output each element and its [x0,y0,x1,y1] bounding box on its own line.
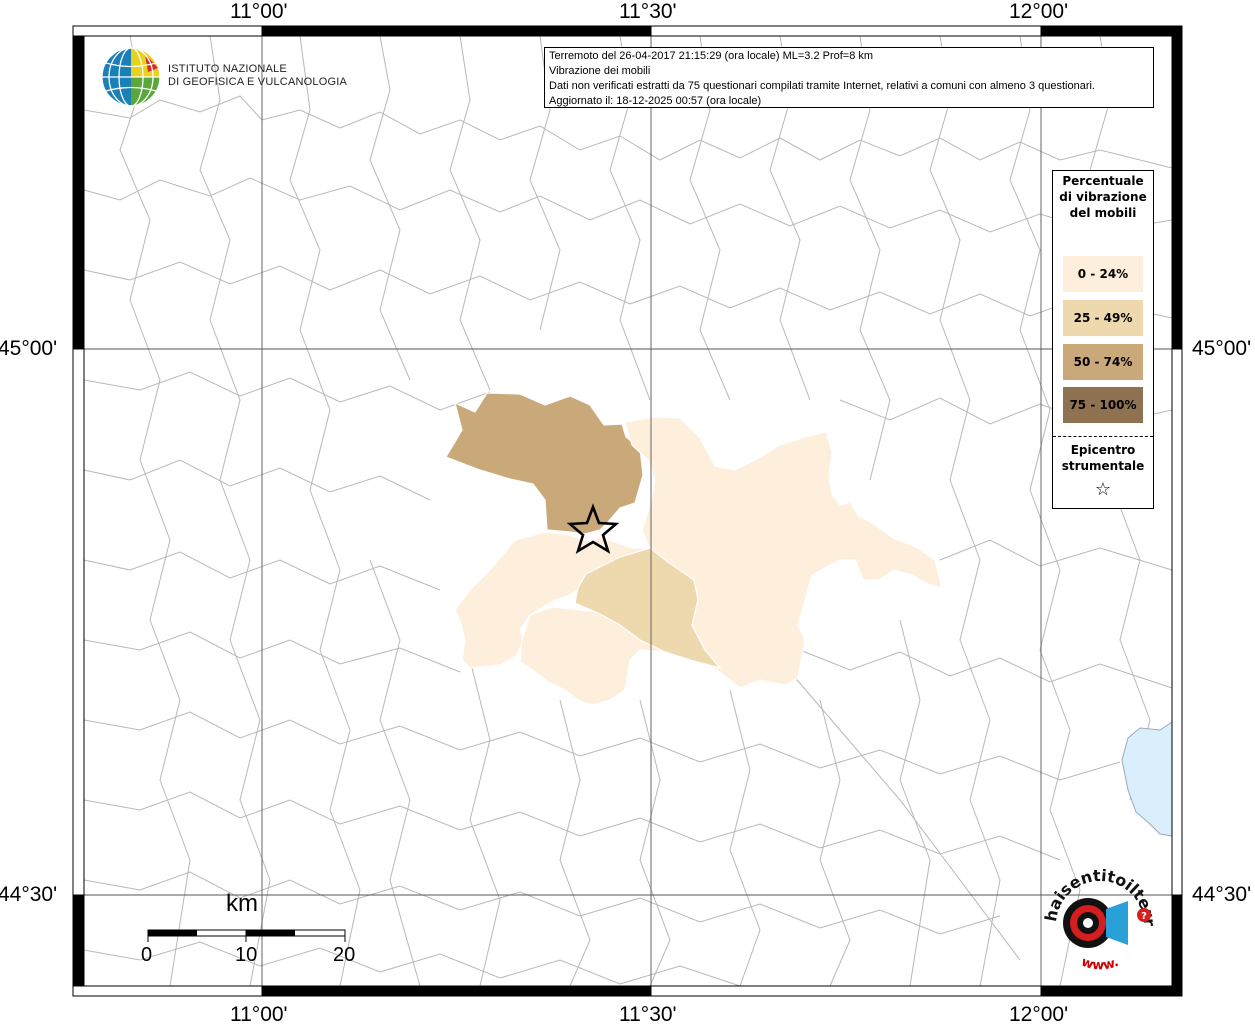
badge-url-text: www. [1079,955,1121,974]
lon-label-top-1: 11°00' [230,0,288,23]
scale-tick-10: 10 [235,944,258,966]
ingv-logo-text: ISTITUTO NAZIONALE DI GEOFISICA E VULCAN… [168,63,347,89]
ingv-logo-line-1: ISTITUTO NAZIONALE [168,63,287,75]
legend-label-0-24: 0 - 24% [1077,267,1129,281]
lat-label-right-1: 45°00' [1192,337,1252,360]
event-info-line-1: Terremoto del 26-04-2017 21:15:29 (ora l… [549,50,874,62]
event-info-box: Terremoto del 26-04-2017 21:15:29 (ora l… [544,47,1154,108]
legend-title: Percentuale di vibrazione del mobili [1059,174,1147,220]
event-info-line-4: Aggiornato il: 18-12-2025 00:57 (ora loc… [549,95,762,107]
ingv-logo-line-2: DI GEOFISICA E VULCANOLOGIA [168,76,347,88]
legend-swatch-25-49: 25 - 49% [1063,300,1143,336]
scale-unit: km [226,890,258,917]
lon-label-top-3: 12°00' [1009,0,1069,23]
scale-tick-20: 20 [333,944,356,966]
event-info-line-3: Dati non verificati estratti da 75 quest… [549,80,1095,92]
legend-label-50-74: 50 - 74% [1073,355,1133,369]
svg-text:www.: www. [1079,955,1121,974]
legend: Percentuale di vibrazione del mobili 0 -… [1052,170,1154,509]
legend-epicenter-label: Epicentro strumentale [1061,443,1145,473]
lat-label-right-2: 44°30' [1192,883,1252,906]
lon-label-top-2: 11°30' [619,0,677,23]
svg-text:?: ? [1141,911,1147,922]
legend-label-75-100: 75 - 100% [1069,398,1137,412]
legend-epicenter-star-icon: ☆ [1094,479,1112,500]
ingv-globe-icon [101,47,161,107]
legend-label-25-49: 25 - 49% [1073,311,1133,325]
lon-label-bottom-3: 12°00' [1009,1003,1069,1026]
haisentito-logo-icon: haisentitoilterremoto.it www. ? [1036,855,1159,974]
lon-label-bottom-1: 11°00' [230,1003,288,1026]
legend-swatch-75-100: 75 - 100% [1063,387,1143,423]
event-info-line-2: Vibrazione dei mobili [549,65,651,77]
scale-tick-0: 0 [141,944,153,966]
legend-separator [1053,436,1153,437]
legend-swatch-0-24: 0 - 24% [1063,256,1143,292]
lon-label-bottom-2: 11°30' [619,1003,677,1026]
lat-label-left-1: 45°00' [0,337,58,360]
legend-swatch-50-74: 50 - 74% [1063,344,1143,380]
lat-label-left-2: 44°30' [0,883,58,906]
